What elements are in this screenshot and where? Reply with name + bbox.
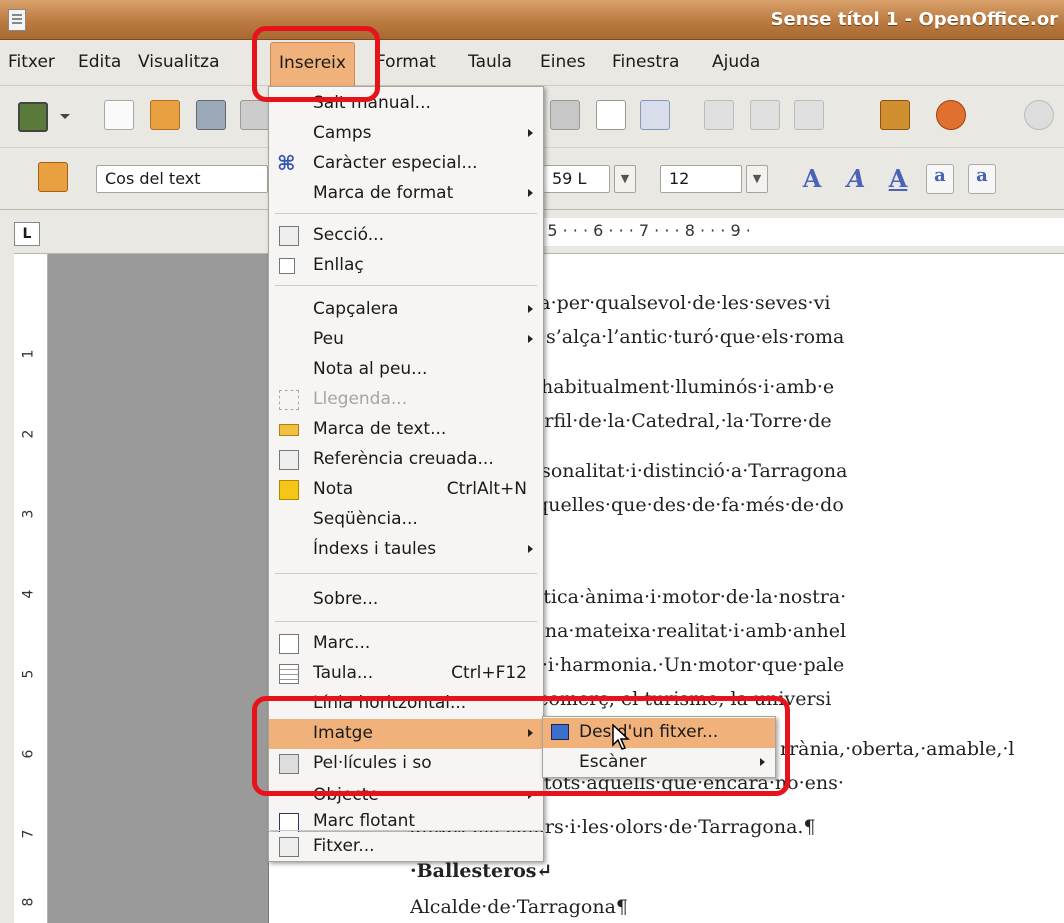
templates-icon[interactable]	[104, 100, 134, 130]
menu-visualitza[interactable]: Visualitza	[138, 52, 219, 72]
menu-taula[interactable]: Taula	[468, 52, 512, 72]
menu-fitxer[interactable]: Fitxer	[8, 52, 55, 72]
menu-ajuda[interactable]: Ajuda	[712, 52, 760, 72]
doc-line[interactable]: ·Ballesteros↵	[410, 860, 1064, 882]
menu-item-indexs-i-taules[interactable]: Índexs i taules	[269, 535, 543, 565]
menu-bar: Fitxer Edita Visualitza Insereix Format …	[0, 40, 1064, 86]
vruler-number: 4	[20, 589, 37, 599]
vruler-number: 5	[20, 669, 37, 679]
menu-separator	[268, 830, 544, 831]
copy-icon[interactable]	[750, 100, 780, 130]
shortcut-label: CtrlAlt+N	[446, 479, 527, 499]
submenu-arrow-icon	[528, 545, 533, 553]
vertical-ruler: 1 2 3 4 5 6 7 8	[14, 254, 48, 923]
shortcut-label: Ctrl+F12	[451, 663, 527, 683]
menu-item-marca-de-format[interactable]: Marca de format	[269, 179, 543, 209]
cross-reference-icon	[279, 450, 299, 470]
tab-stop-selector-icon[interactable]: L	[14, 222, 40, 246]
subscript-icon[interactable]: a	[968, 164, 996, 194]
annotation-highlight-imatge	[252, 696, 790, 796]
menu-separator	[275, 621, 537, 622]
menu-edita[interactable]: Edita	[78, 52, 121, 72]
submenu-arrow-icon	[528, 305, 533, 313]
menu-separator	[275, 213, 537, 214]
menu-item-enllac[interactable]: Enllaç	[269, 251, 543, 281]
font-name-select[interactable]: 59 L	[544, 165, 610, 193]
underline-icon[interactable]: A	[884, 164, 912, 194]
menu-item-nota-al-peu[interactable]: Nota al peu...	[269, 355, 543, 385]
section-icon	[279, 226, 299, 246]
title-bar: Sense títol 1 - OpenOffice.or	[0, 0, 1064, 40]
font-size-select[interactable]: 12	[660, 165, 742, 193]
submenu-arrow-icon	[528, 335, 533, 343]
menu-item-label: Fitxer...	[313, 836, 375, 856]
menu-item-seccio[interactable]: Secció...	[269, 221, 543, 251]
menu-item-caracter-especial[interactable]: ⌘ Caràcter especial...	[269, 149, 543, 179]
clone-formatting-icon[interactable]	[880, 100, 910, 130]
doc-line[interactable]: rrània,·oberta,·amable,·l	[780, 738, 1064, 760]
superscript-icon[interactable]: a	[926, 164, 954, 194]
menu-separator	[275, 573, 537, 574]
paragraph-style-select[interactable]: Cos del text	[96, 165, 268, 193]
new-document-icon[interactable]	[18, 102, 48, 132]
bold-icon[interactable]: A	[798, 164, 826, 194]
redo-icon[interactable]	[1024, 100, 1054, 130]
menu-item-capcalera[interactable]: Capçalera	[269, 295, 543, 325]
menu-item-marca-de-text[interactable]: Marca de text...	[269, 415, 543, 445]
vruler-number: 3	[20, 509, 37, 519]
spellcheck-icon[interactable]	[596, 100, 626, 130]
menu-item-sequencia[interactable]: Seqüència...	[269, 505, 543, 535]
paste-icon[interactable]	[794, 100, 824, 130]
export-icon[interactable]	[240, 100, 270, 130]
window-title: Sense títol 1 - OpenOffice.or	[770, 9, 1058, 30]
special-character-icon: ⌘	[277, 151, 296, 175]
menu-item-marc-flotant[interactable]: Marc flotant	[269, 811, 543, 833]
italic-icon[interactable]: A	[842, 164, 870, 194]
menu-item-taula[interactable]: Taula... Ctrl+F12	[269, 659, 543, 689]
open-folder-icon[interactable]	[150, 100, 180, 130]
vruler-number: 6	[20, 749, 37, 759]
file-icon	[279, 837, 299, 857]
doc-line[interactable]: Alcalde·de·Tarragona¶	[410, 896, 1064, 918]
styles-formatting-icon[interactable]	[38, 162, 68, 192]
caption-icon	[279, 390, 299, 410]
menu-item-fitxer[interactable]: Fitxer...	[268, 832, 544, 862]
menu-item-camps[interactable]: Camps	[269, 119, 543, 149]
print-preview-icon[interactable]	[550, 100, 580, 130]
annotation-highlight-insereix	[252, 26, 380, 102]
submenu-arrow-icon	[528, 129, 533, 137]
menu-item-llegenda: Llegenda...	[269, 385, 543, 415]
vruler-number: 7	[20, 829, 37, 839]
document-app-icon[interactable]	[8, 9, 26, 31]
hyperlink-checkbox-icon	[279, 258, 295, 274]
autospellcheck-icon[interactable]	[640, 100, 670, 130]
window-left-frame	[0, 210, 14, 923]
save-icon[interactable]	[196, 100, 226, 130]
menu-item-sobre[interactable]: Sobre...	[269, 585, 543, 615]
submenu-arrow-icon	[528, 189, 533, 197]
menu-item-nota[interactable]: Nota CtrlAlt+N	[269, 475, 543, 505]
undo-icon[interactable]	[936, 100, 966, 130]
note-icon	[279, 480, 299, 500]
menu-item-peu[interactable]: Peu	[269, 325, 543, 355]
menu-finestra[interactable]: Finestra	[612, 52, 679, 72]
vruler-number: 2	[20, 429, 37, 439]
font-size-dropdown-arrow-icon[interactable]: ▼	[746, 165, 768, 193]
frame-icon	[279, 634, 299, 654]
dropdown-arrow-icon[interactable]	[60, 114, 70, 120]
cut-icon[interactable]	[704, 100, 734, 130]
vruler-number: 8	[20, 897, 37, 907]
menu-separator	[275, 285, 537, 286]
menu-item-marc[interactable]: Marc...	[269, 629, 543, 659]
font-name-dropdown-arrow-icon[interactable]: ▼	[614, 165, 636, 193]
vruler-number: 1	[20, 349, 37, 359]
table-icon	[279, 664, 299, 684]
menu-eines[interactable]: Eines	[540, 52, 586, 72]
bookmark-icon	[279, 424, 299, 436]
menu-format[interactable]: Format	[376, 52, 436, 72]
menu-item-referencia-creuada[interactable]: Referència creuada...	[269, 445, 543, 475]
